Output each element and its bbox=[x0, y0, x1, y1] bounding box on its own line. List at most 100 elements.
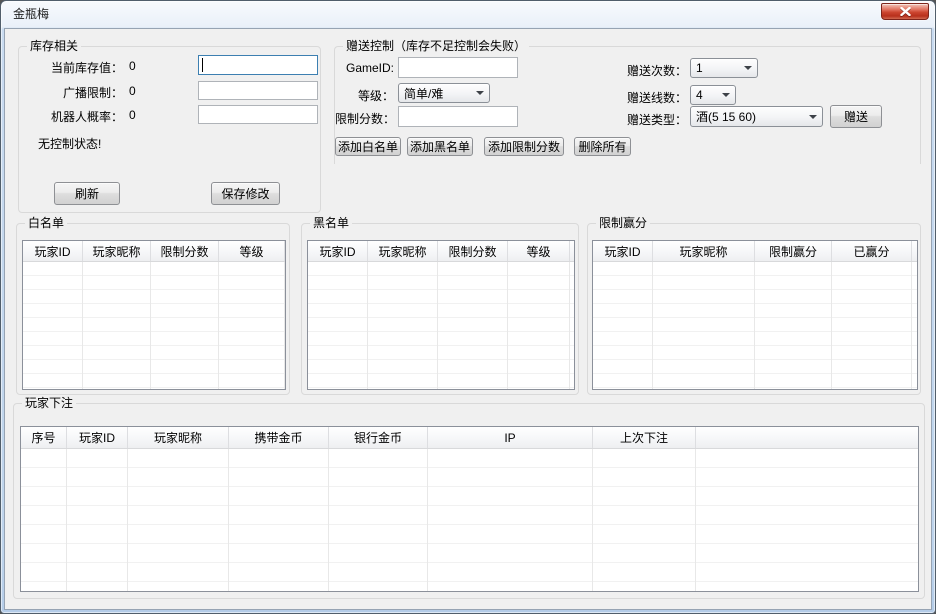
grid-column bbox=[308, 262, 368, 389]
gameid-label: GameID: bbox=[335, 61, 394, 75]
grid-column bbox=[593, 449, 696, 591]
grid-column bbox=[329, 449, 428, 591]
column-header[interactable]: 限制分数 bbox=[151, 241, 219, 261]
close-icon bbox=[900, 7, 911, 16]
grid-column bbox=[67, 449, 128, 591]
grid-column bbox=[151, 262, 219, 389]
save-changes-button[interactable]: 保存修改 bbox=[211, 182, 280, 205]
chevron-down-icon bbox=[809, 115, 817, 119]
limit-win-listview[interactable]: 玩家ID 玩家昵称 限制赢分 已赢分 bbox=[592, 240, 918, 390]
grid-column bbox=[508, 262, 570, 389]
add-whitelist-button[interactable]: 添加白名单 bbox=[335, 137, 401, 156]
column-header-fill bbox=[912, 241, 917, 261]
column-header-fill bbox=[570, 241, 574, 261]
gift-lines-label: 赠送线数： bbox=[622, 89, 687, 106]
gift-lines-value: 4 bbox=[696, 88, 718, 102]
blacklist-listview[interactable]: 玩家ID 玩家昵称 限制分数 等级 bbox=[307, 240, 575, 390]
column-header[interactable]: 限制赢分 bbox=[755, 241, 832, 261]
column-header[interactable]: 上次下注 bbox=[593, 427, 696, 448]
grid-column bbox=[23, 262, 83, 389]
chevron-down-icon bbox=[744, 66, 752, 70]
grid-column bbox=[21, 449, 67, 591]
gift-control-group-title: 赠送控制（库存不足控制会失败） bbox=[343, 39, 529, 54]
column-header[interactable]: 玩家昵称 bbox=[128, 427, 229, 448]
column-header[interactable]: 携带金币 bbox=[229, 427, 329, 448]
grid-column bbox=[832, 262, 912, 389]
add-blacklist-button[interactable]: 添加黑名单 bbox=[407, 137, 473, 156]
column-header[interactable]: 玩家昵称 bbox=[653, 241, 755, 261]
limit-win-body[interactable] bbox=[593, 262, 917, 389]
grid-column bbox=[438, 262, 508, 389]
gift-lines-combobox[interactable]: 4 bbox=[690, 85, 736, 105]
grid-column bbox=[229, 449, 329, 591]
grid-column bbox=[428, 449, 593, 591]
limit-win-group: 限制赢分 玩家ID 玩家昵称 限制赢分 已赢分 bbox=[587, 223, 921, 395]
level-combobox[interactable]: 简单/难 bbox=[398, 83, 490, 103]
level-value: 简单/难 bbox=[404, 85, 472, 102]
column-header[interactable]: 玩家ID bbox=[308, 241, 368, 261]
whitelist-body[interactable] bbox=[23, 262, 285, 389]
player-bets-group: 玩家下注 序号 玩家ID 玩家昵称 携带金币 银行金币 IP 上次下注 bbox=[13, 403, 925, 599]
grid-column bbox=[653, 262, 755, 389]
column-header[interactable]: 玩家ID bbox=[67, 427, 128, 448]
column-header[interactable]: 等级 bbox=[219, 241, 285, 261]
broadcast-limit-label: 广播限制： bbox=[23, 84, 123, 101]
column-header[interactable]: 玩家昵称 bbox=[83, 241, 151, 261]
player-bets-group-title: 玩家下注 bbox=[22, 396, 76, 411]
robot-probability-value: 0 bbox=[129, 108, 136, 122]
refresh-button[interactable]: 刷新 bbox=[54, 182, 120, 205]
titlebar[interactable]: 金瓶梅 bbox=[1, 1, 935, 28]
limit-win-group-title: 限制赢分 bbox=[596, 216, 650, 231]
column-header[interactable]: 玩家ID bbox=[593, 241, 653, 261]
grid-column bbox=[128, 449, 229, 591]
column-header[interactable]: 银行金币 bbox=[329, 427, 428, 448]
app-window: 金瓶梅 库存相关 当前库存值： 0 广播限制： 0 机器人概率： 0 无控制状态… bbox=[0, 0, 936, 614]
player-bets-listview[interactable]: 序号 玩家ID 玩家昵称 携带金币 银行金币 IP 上次下注 bbox=[20, 426, 919, 592]
robot-probability-input[interactable] bbox=[198, 105, 318, 124]
whitelist-group: 白名单 玩家ID 玩家昵称 限制分数 等级 bbox=[16, 223, 290, 395]
add-limit-score-button[interactable]: 添加限制分数 bbox=[484, 137, 564, 156]
whitelist-header: 玩家ID 玩家昵称 限制分数 等级 bbox=[23, 241, 285, 262]
grid-column bbox=[368, 262, 438, 389]
column-header[interactable]: 玩家ID bbox=[23, 241, 83, 261]
gift-times-value: 1 bbox=[696, 61, 740, 75]
limit-score-label: 限制分数： bbox=[335, 110, 394, 127]
column-header[interactable]: 限制分数 bbox=[438, 241, 508, 261]
player-bets-body[interactable] bbox=[21, 449, 918, 591]
close-button[interactable] bbox=[881, 3, 929, 20]
broadcast-limit-input[interactable] bbox=[198, 81, 318, 100]
send-gift-button[interactable]: 赠送 bbox=[830, 105, 882, 128]
robot-probability-label: 机器人概率： bbox=[23, 108, 123, 125]
blacklist-group-title: 黑名单 bbox=[310, 216, 352, 231]
text-caret bbox=[202, 58, 203, 72]
inventory-group: 库存相关 当前库存值： 0 广播限制： 0 机器人概率： 0 无控制状态! 刷新… bbox=[18, 46, 321, 213]
gift-type-combobox[interactable]: 酒(5 15 60) bbox=[690, 106, 823, 127]
grid-column bbox=[570, 262, 574, 389]
blacklist-group: 黑名单 玩家ID 玩家昵称 限制分数 等级 bbox=[301, 223, 579, 395]
player-bets-header: 序号 玩家ID 玩家昵称 携带金币 银行金币 IP 上次下注 bbox=[21, 427, 918, 449]
gift-times-combobox[interactable]: 1 bbox=[690, 58, 758, 78]
column-header-fill bbox=[696, 427, 918, 448]
column-header[interactable]: IP bbox=[428, 427, 593, 448]
gift-control-group: 赠送控制（库存不足控制会失败） GameID: 等级： 简单/难 限制分数： 赠… bbox=[334, 46, 921, 164]
gameid-input[interactable] bbox=[398, 57, 518, 78]
blacklist-body[interactable] bbox=[308, 262, 574, 389]
delete-all-button[interactable]: 删除所有 bbox=[574, 137, 631, 156]
gift-times-label: 赠送次数： bbox=[622, 62, 687, 79]
blacklist-header: 玩家ID 玩家昵称 限制分数 等级 bbox=[308, 241, 574, 262]
grid-column bbox=[219, 262, 285, 389]
grid-column bbox=[83, 262, 151, 389]
broadcast-limit-value: 0 bbox=[129, 84, 136, 98]
column-header[interactable]: 序号 bbox=[21, 427, 67, 448]
gift-type-label: 赠送类型： bbox=[622, 111, 687, 128]
current-stock-label: 当前库存值： bbox=[23, 59, 123, 76]
whitelist-listview[interactable]: 玩家ID 玩家昵称 限制分数 等级 bbox=[22, 240, 286, 390]
limit-score-input[interactable] bbox=[398, 106, 518, 127]
column-header[interactable]: 等级 bbox=[508, 241, 570, 261]
current-stock-input[interactable] bbox=[198, 55, 318, 75]
column-header[interactable]: 玩家昵称 bbox=[368, 241, 438, 261]
window-title: 金瓶梅 bbox=[13, 1, 49, 27]
inventory-group-title: 库存相关 bbox=[27, 39, 81, 54]
client-area: 库存相关 当前库存值： 0 广播限制： 0 机器人概率： 0 无控制状态! 刷新… bbox=[4, 28, 932, 610]
column-header[interactable]: 已赢分 bbox=[832, 241, 912, 261]
